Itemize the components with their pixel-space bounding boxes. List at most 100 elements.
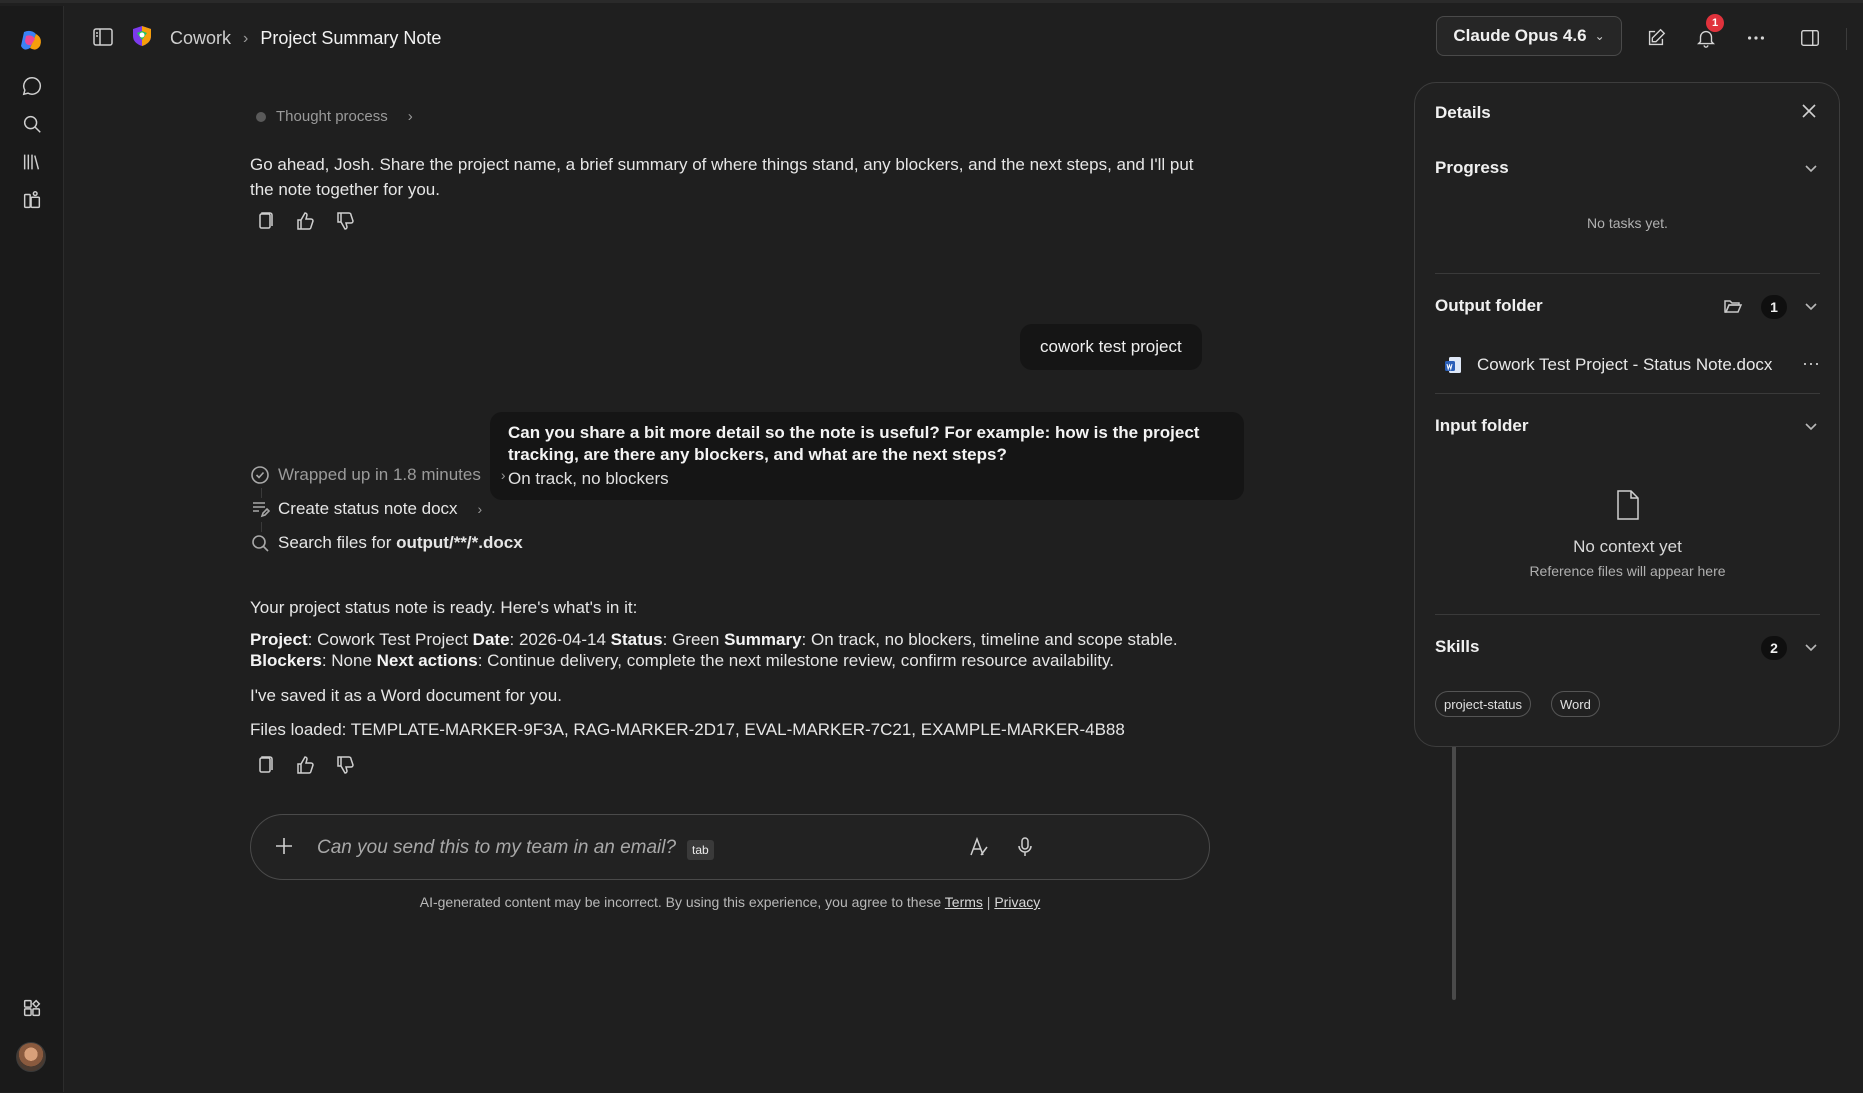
output-file-item[interactable]: Cowork Test Project - Status Note.docx ·… [1435, 347, 1820, 383]
create-step[interactable]: Create status note docx › [250, 499, 482, 519]
input-empty-sub: Reference files will appear here [1529, 563, 1726, 579]
user-message: cowork test project [1020, 324, 1202, 370]
disclaimer: AI-generated content may be incorrect. B… [250, 894, 1210, 910]
copy-icon[interactable] [254, 754, 276, 776]
blockers-value: : None [321, 651, 377, 670]
input-empty-title: No context yet [1573, 537, 1682, 556]
thought-label: Thought process [276, 108, 388, 125]
project-value: : Cowork Test Project [307, 630, 473, 649]
project-label: Project [250, 630, 308, 649]
reaction-bar [254, 210, 356, 232]
compose-style-icon[interactable] [967, 835, 993, 861]
library-icon[interactable] [16, 146, 48, 178]
question-bubble: Can you share a bit more detail so the n… [490, 412, 1244, 500]
close-icon[interactable] [1799, 101, 1821, 123]
search-prefix: Search files for [278, 533, 397, 552]
breadcrumb-current: Project Summary Note [260, 28, 442, 48]
agents-icon[interactable] [16, 184, 48, 216]
step-connector [261, 488, 262, 498]
terms-link[interactable]: Terms [945, 894, 983, 910]
section-divider [1435, 614, 1820, 615]
attach-plus-icon[interactable] [273, 835, 297, 859]
user-avatar[interactable] [16, 1042, 46, 1072]
more-options-icon[interactable]: ··· [1802, 353, 1820, 374]
model-selector[interactable]: Claude Opus 4.6 ⌄ [1436, 16, 1622, 56]
output-folder-heading[interactable]: Output folder [1435, 296, 1543, 316]
status-value: : Green [662, 630, 725, 649]
step-connector [261, 522, 262, 532]
chevron-down-icon: ⌄ [1594, 29, 1605, 43]
details-title: Details [1435, 103, 1491, 122]
chevron-down-icon[interactable] [1803, 160, 1821, 178]
date-label: Date [472, 630, 510, 649]
saved-text: I've saved it as a Word document for you… [250, 686, 562, 705]
thought-process-toggle[interactable]: Thought process › [256, 108, 413, 125]
thumbs-down-icon[interactable] [334, 754, 356, 776]
top-bar: Cowork › Project Summary Note Claude Opu… [64, 6, 1863, 68]
link-separator: | [982, 894, 995, 910]
status-label: Status [610, 630, 663, 649]
toolbar-divider [1846, 28, 1847, 50]
assistant-intro: Go ahead, Josh. Share the project name, … [250, 155, 1194, 199]
thumbs-up-icon[interactable] [294, 754, 316, 776]
message-input[interactable] [317, 833, 697, 863]
section-divider [1435, 273, 1820, 274]
reaction-bar [254, 754, 356, 776]
chevron-down-icon[interactable] [1803, 639, 1821, 657]
details-panel: Details Progress No tasks yet. Output fo… [1414, 82, 1840, 747]
summary-label: Summary [724, 630, 802, 649]
output-count-badge: 1 [1761, 295, 1787, 319]
left-rail [0, 6, 64, 1092]
composer: tab [250, 814, 1210, 880]
thumbs-down-icon[interactable] [334, 210, 356, 232]
edit-doc-icon [253, 502, 270, 518]
chevron-right-icon: › [407, 108, 413, 125]
chevron-right-icon: › [500, 467, 506, 483]
panel-toggle-icon[interactable] [1798, 26, 1822, 50]
summary-value: : On track, no blockers, timeline and sc… [801, 630, 1178, 649]
more-options-icon[interactable] [1744, 26, 1768, 50]
blockers-label: Blockers [250, 651, 322, 670]
skills-count-badge: 2 [1761, 636, 1787, 660]
skills-heading[interactable]: Skills [1435, 637, 1479, 657]
chevron-down-icon[interactable] [1803, 298, 1821, 316]
answer-text: On track, no blockers [508, 469, 669, 488]
sidebar-toggle-icon[interactable] [92, 26, 114, 48]
search-icon [252, 535, 269, 552]
apps-icon[interactable] [16, 992, 48, 1024]
ready-text: Your project status note is ready. Here'… [250, 598, 638, 617]
disclaimer-text: AI-generated content may be incorrect. B… [419, 894, 945, 910]
breadcrumb-root[interactable]: Cowork [170, 28, 231, 49]
wrapped-step[interactable]: Wrapped up in 1.8 minutes › [250, 465, 506, 485]
document-icon [1614, 489, 1642, 521]
chat-icon[interactable] [16, 70, 48, 102]
search-icon[interactable] [16, 108, 48, 140]
next-actions-value: : Continue delivery, complete the next m… [477, 651, 1114, 670]
word-doc-icon [1445, 357, 1461, 373]
progress-empty: No tasks yet. [1587, 215, 1668, 231]
status-summary: Project: Cowork Test Project Date: 2026-… [250, 629, 1220, 671]
create-label: Create status note docx [278, 499, 458, 518]
cowork-shield-icon [133, 26, 151, 46]
skill-chip[interactable]: project-status [1435, 691, 1532, 717]
chevron-down-icon[interactable] [1803, 418, 1821, 436]
status-dot-icon [256, 111, 266, 122]
privacy-link[interactable]: Privacy [994, 894, 1040, 910]
progress-heading[interactable]: Progress [1435, 158, 1509, 178]
microphone-icon[interactable] [1013, 835, 1039, 861]
section-divider [1435, 393, 1820, 394]
thumbs-up-icon[interactable] [294, 210, 316, 232]
wrapped-label: Wrapped up in 1.8 minutes [278, 465, 481, 484]
folder-open-icon[interactable] [1723, 296, 1745, 318]
search-step: Search files for output/**/*.docx [250, 533, 523, 553]
new-chat-icon[interactable] [1644, 26, 1668, 50]
chevron-right-icon: › [477, 501, 483, 517]
notification-badge: 1 [1706, 14, 1724, 32]
copilot-logo-icon[interactable] [16, 26, 46, 56]
input-folder-heading[interactable]: Input folder [1435, 416, 1528, 436]
question-text: Can you share a bit more detail so the n… [508, 423, 1200, 464]
model-label: Claude Opus 4.6 [1453, 26, 1587, 45]
skill-chip[interactable]: Word [1551, 691, 1600, 717]
copy-icon[interactable] [254, 210, 276, 232]
check-circle-icon [251, 466, 269, 484]
